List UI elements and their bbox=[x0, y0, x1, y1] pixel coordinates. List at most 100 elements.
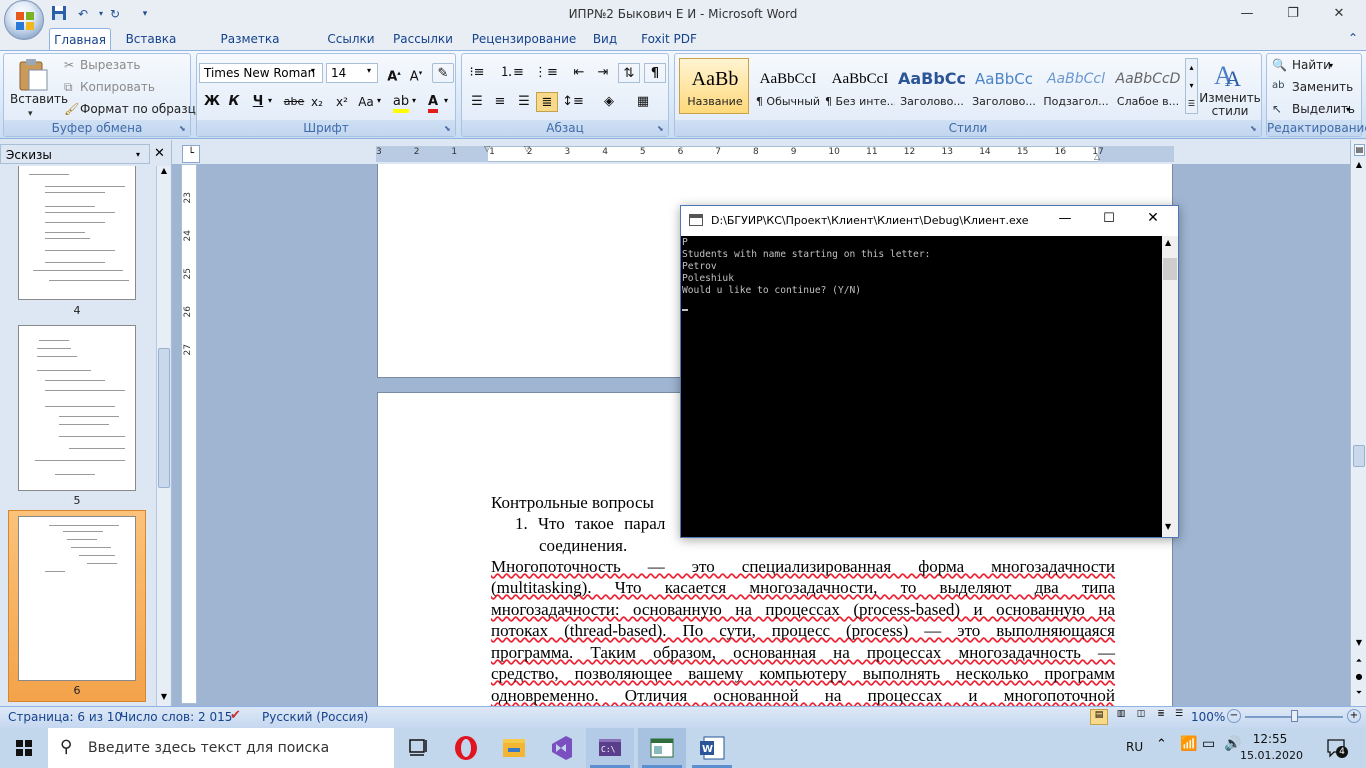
minimize-button[interactable]: — bbox=[1224, 0, 1270, 28]
status-page[interactable]: Страница: 6 из 10 bbox=[8, 710, 122, 724]
decrease-indent-icon[interactable]: ⇤ bbox=[568, 63, 590, 83]
volume-icon[interactable]: 🔊 bbox=[1224, 736, 1241, 752]
font-size-dropdown-icon[interactable]: ▾ bbox=[367, 66, 371, 75]
style-normal[interactable]: AaBbCcI ¶ Обычный bbox=[752, 58, 822, 114]
font-color-dropdown-icon[interactable]: ▾ bbox=[444, 96, 448, 105]
scroll-down-icon[interactable]: ▼ bbox=[1352, 638, 1366, 647]
underline-dropdown-icon[interactable]: ▾ bbox=[268, 96, 272, 105]
clear-formatting-icon[interactable]: ✎ bbox=[432, 63, 454, 83]
zoom-out-icon[interactable]: − bbox=[1227, 709, 1241, 723]
thumbnails-scrollbar[interactable]: ▲ ▼ bbox=[156, 166, 170, 706]
bullets-icon[interactable]: ⁝≡ bbox=[466, 63, 488, 83]
subscript-button[interactable]: x₂ bbox=[306, 92, 328, 112]
line-spacing-icon[interactable]: ↕≡ bbox=[562, 92, 584, 112]
thumbnails-close-icon[interactable]: ✕ bbox=[154, 146, 165, 161]
find-dropdown-icon[interactable]: ▾ bbox=[1329, 61, 1333, 70]
style-title[interactable]: AaBb Название bbox=[679, 58, 749, 114]
tray-overflow-icon[interactable]: ⌃ bbox=[1156, 737, 1167, 752]
print-layout-view-icon[interactable]: ▤ bbox=[1090, 709, 1108, 725]
cut-button[interactable]: Вырезать bbox=[80, 58, 141, 72]
console-close-button[interactable]: ✕ bbox=[1133, 210, 1173, 226]
italic-button[interactable]: К bbox=[223, 92, 245, 112]
file-explorer-icon[interactable] bbox=[490, 728, 538, 768]
bold-button[interactable]: Ж bbox=[201, 92, 223, 112]
multilevel-list-icon[interactable]: ⋮≡ bbox=[534, 63, 558, 83]
select-browse-object-icon[interactable]: ● bbox=[1352, 672, 1366, 681]
console-window[interactable]: D:\БГУИР\КС\Проект\Клиент\Клиент\Debug\К… bbox=[680, 205, 1179, 538]
redo-icon[interactable]: ↻ bbox=[106, 5, 124, 23]
style-subtle-emphasis[interactable]: AaBbCcD Слабое в... bbox=[1112, 58, 1182, 114]
console-title-bar[interactable]: D:\БГУИР\КС\Проект\Клиент\Клиент\Debug\К… bbox=[681, 206, 1178, 236]
change-case-dropdown-icon[interactable]: ▾ bbox=[377, 96, 381, 105]
font-color-icon[interactable]: A bbox=[422, 92, 444, 113]
tab-page-layout[interactable]: Разметка страницы bbox=[190, 28, 310, 68]
highlight-icon[interactable]: ab bbox=[390, 92, 412, 113]
style-no-spacing[interactable]: AaBbCcI ¶ Без инте... bbox=[824, 58, 895, 114]
font-name-combo[interactable]: Times New Roman bbox=[199, 63, 323, 83]
console-scrollbar[interactable]: ▲ ▼ bbox=[1162, 236, 1178, 537]
console-minimize-button[interactable]: — bbox=[1045, 211, 1085, 226]
scroll-up-icon[interactable]: ▲ bbox=[1352, 160, 1366, 169]
font-name-dropdown-icon[interactable]: ▾ bbox=[311, 66, 315, 75]
style-heading-1[interactable]: AaBbCc Заголово... bbox=[896, 58, 966, 114]
strikethrough-button[interactable]: abe bbox=[283, 92, 305, 112]
taskbar-time[interactable]: 12:55 bbox=[1248, 732, 1292, 746]
shrink-font-icon[interactable]: A▾ bbox=[405, 63, 427, 84]
document-scrollbar[interactable]: ▤ ▲ ▼ ⏶ ● ⏷ bbox=[1350, 140, 1366, 706]
zoom-slider-thumb[interactable] bbox=[1291, 710, 1298, 722]
replace-button[interactable]: Заменить bbox=[1292, 80, 1353, 94]
left-indent-marker-icon[interactable]: ▽ bbox=[484, 144, 490, 153]
first-line-indent-icon[interactable]: ▽ bbox=[524, 144, 530, 153]
battery-icon[interactable]: ▭ bbox=[1202, 736, 1215, 752]
tab-selector-icon[interactable]: └ bbox=[182, 145, 200, 163]
console-output[interactable]: P Students with name starting on this le… bbox=[681, 236, 1162, 537]
superscript-button[interactable]: x² bbox=[331, 92, 353, 112]
paragraph-dialog-launcher-icon[interactable]: ⬊ bbox=[657, 124, 664, 133]
align-left-icon[interactable]: ☰ bbox=[466, 92, 488, 112]
right-indent-marker-icon[interactable]: △ bbox=[1094, 152, 1100, 161]
taskbar-search-box[interactable]: ⚲ Введите здесь текст для поиска bbox=[48, 728, 394, 768]
styles-gallery-scroll[interactable]: ▴ ▾ ☰ bbox=[1185, 58, 1198, 114]
thumbnails-scroll-up-icon[interactable]: ▲ bbox=[158, 166, 170, 175]
tab-mailings[interactable]: Рассылки bbox=[390, 28, 456, 50]
console-scroll-up-icon[interactable]: ▲ bbox=[1165, 238, 1171, 247]
tab-references[interactable]: Ссылки bbox=[320, 28, 382, 50]
app-window-icon[interactable] bbox=[638, 728, 686, 768]
select-dropdown-icon[interactable]: ▾ bbox=[1346, 105, 1350, 114]
paste-icon[interactable] bbox=[16, 56, 50, 92]
next-page-icon[interactable]: ⏷ bbox=[1352, 688, 1366, 698]
task-view-icon[interactable] bbox=[394, 728, 442, 768]
taskbar-date[interactable]: 15.01.2020 bbox=[1240, 749, 1303, 762]
align-right-icon[interactable]: ☰ bbox=[513, 92, 535, 112]
full-screen-reading-icon[interactable]: ▥ bbox=[1112, 709, 1130, 725]
thumbnail-page-6[interactable] bbox=[18, 516, 136, 681]
console-maximize-button[interactable]: ☐ bbox=[1089, 211, 1129, 226]
restore-button[interactable]: ❐ bbox=[1270, 0, 1316, 28]
change-case-button[interactable]: Aa bbox=[355, 92, 377, 112]
change-styles-button[interactable]: Изменить стили bbox=[1198, 92, 1262, 118]
styles-dialog-launcher-icon[interactable]: ⬊ bbox=[1250, 124, 1257, 133]
console-scroll-thumb[interactable] bbox=[1163, 258, 1177, 280]
web-layout-icon[interactable]: ◫ bbox=[1132, 709, 1150, 725]
numbering-icon[interactable]: ⒈≡ bbox=[500, 63, 524, 83]
thumbnails-scroll-thumb[interactable] bbox=[158, 348, 170, 488]
tab-home[interactable]: Главная bbox=[49, 28, 111, 50]
console-scroll-down-icon[interactable]: ▼ bbox=[1165, 522, 1171, 531]
visual-studio-icon[interactable] bbox=[538, 728, 586, 768]
shading-icon[interactable]: ◈ bbox=[598, 92, 620, 112]
close-button[interactable]: ✕ bbox=[1316, 0, 1362, 28]
paste-button[interactable]: Вставить bbox=[10, 92, 68, 106]
action-center-icon[interactable]: 4 bbox=[1326, 738, 1348, 758]
underline-button[interactable]: Ч bbox=[247, 92, 269, 112]
previous-page-icon[interactable]: ⏶ bbox=[1352, 656, 1366, 666]
sort-icon[interactable]: ⇅ bbox=[618, 63, 640, 83]
console-taskbar-icon[interactable]: C:\ bbox=[586, 728, 634, 768]
word-taskbar-icon[interactable]: W bbox=[688, 728, 736, 768]
font-dialog-launcher-icon[interactable]: ⬊ bbox=[444, 124, 451, 133]
style-heading-2[interactable]: AaBbCc Заголово... bbox=[968, 58, 1038, 114]
office-button[interactable] bbox=[4, 0, 44, 40]
show-formatting-icon[interactable]: ¶ bbox=[644, 63, 666, 83]
undo-icon[interactable]: ↶ bbox=[74, 5, 92, 23]
spelling-check-icon[interactable]: ✔ bbox=[230, 708, 241, 723]
increase-indent-icon[interactable]: ⇥ bbox=[592, 63, 614, 83]
